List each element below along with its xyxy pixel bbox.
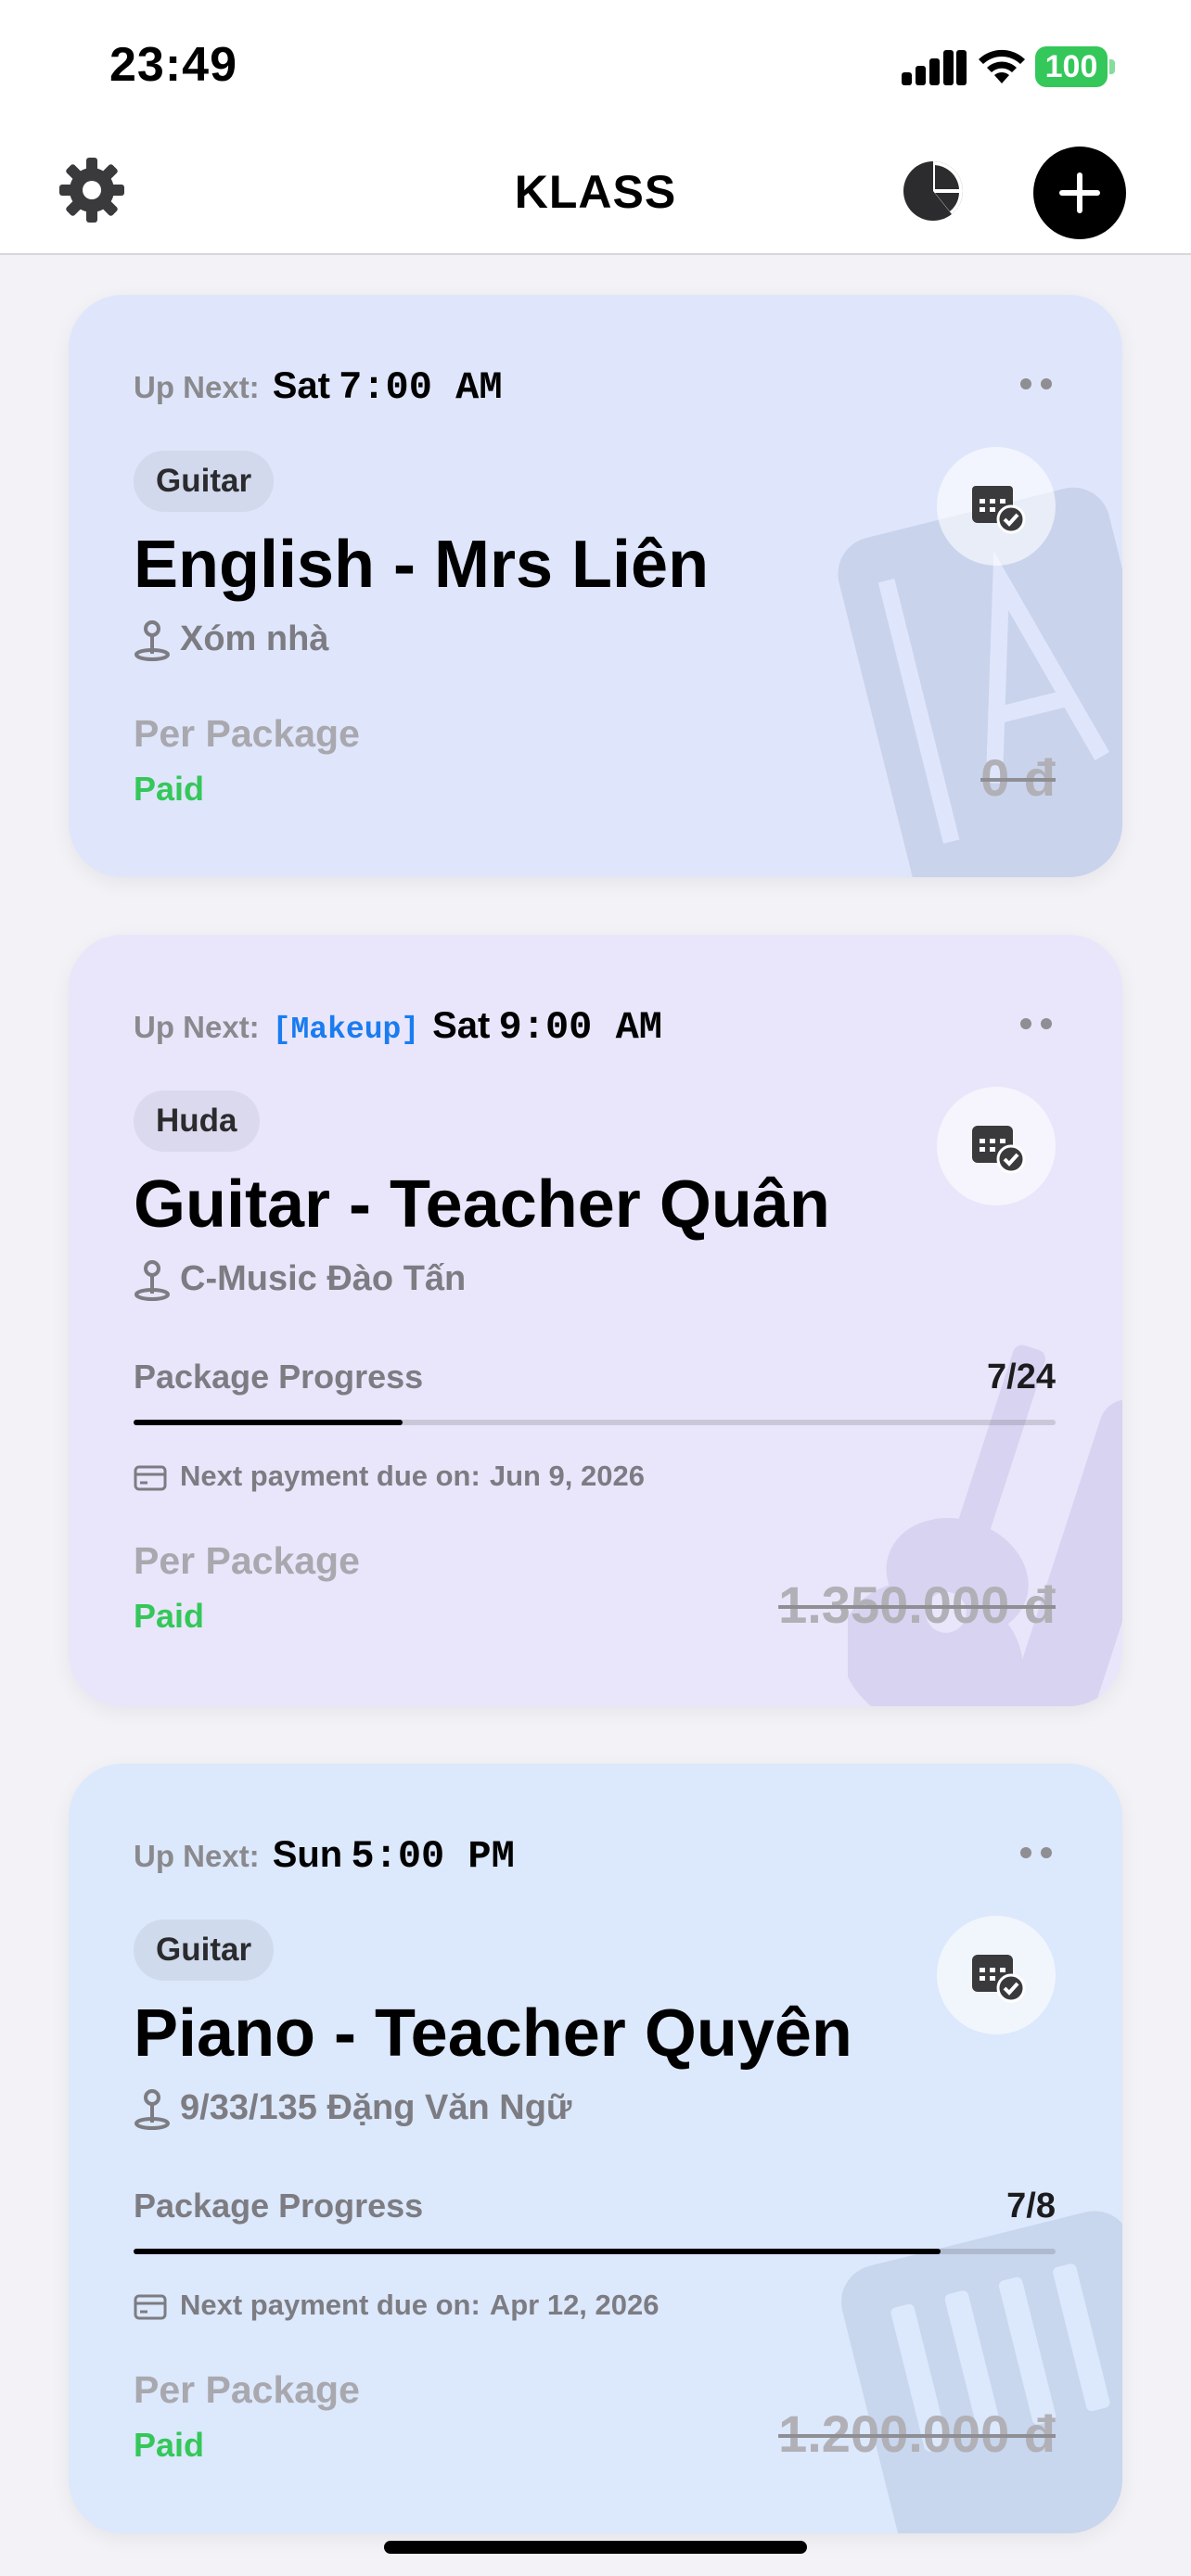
up-next: Up Next: Sat 7:00 AM	[134, 365, 503, 410]
status-bar: 23:49 100	[0, 0, 1191, 139]
class-title: Piano - Teacher Quyên	[134, 1996, 852, 2071]
plus-icon	[1059, 172, 1100, 213]
check-in-button[interactable]	[937, 1916, 1056, 2034]
credit-card-icon	[134, 1465, 167, 1491]
package-price: 1.200.000 đ	[778, 2404, 1056, 2463]
class-card[interactable]: Up Next: Sat 7:00 AM Guitar English - Mrs…	[69, 295, 1122, 877]
billing-type: Per Package	[134, 712, 360, 755]
more-dots-icon[interactable]	[1020, 373, 1057, 391]
class-card[interactable]: Up Next: [Makeup] Sat 9:00 AM Huda Guitar …	[69, 935, 1122, 1706]
location: Xóm nhà	[134, 619, 328, 661]
next-payment-due: Next payment due on: Jun 9, 2026	[134, 1460, 645, 1493]
billing-type: Per Package	[134, 1539, 360, 1582]
calendar-check-icon	[972, 1126, 1026, 1174]
location: 9/33/135 Đặng Văn Ngữ	[134, 2088, 571, 2130]
check-in-button[interactable]	[937, 447, 1056, 566]
category-tag: Guitar	[134, 451, 275, 512]
progress-label: Package Progress	[134, 2187, 424, 2225]
piano-watermark-icon	[841, 2211, 1122, 2533]
payment-status: Paid	[134, 1597, 205, 1635]
category-tag: Guitar	[134, 1919, 275, 1981]
battery-level: 100	[1035, 46, 1108, 87]
status-time: 23:49	[109, 38, 237, 92]
battery-icon: 100	[1035, 46, 1115, 87]
location-pin-icon	[134, 2088, 170, 2130]
package-price: 1.350.000 đ	[778, 1575, 1056, 1634]
more-dots-icon[interactable]	[1020, 1842, 1057, 1860]
location-pin-icon	[134, 1259, 170, 1301]
package-price: 0 đ	[980, 748, 1056, 807]
up-next: Up Next: Sun 5:00 PM	[134, 1834, 515, 1879]
class-title: English - Mrs Liên	[134, 528, 710, 602]
billing-type: Per Package	[134, 2368, 360, 2411]
home-indicator	[384, 2541, 807, 2554]
progress-bar	[134, 1420, 1056, 1425]
progress-fill	[134, 2249, 941, 2254]
category-tag: Huda	[134, 1090, 260, 1152]
location-pin-icon	[134, 619, 170, 661]
guitar-watermark-icon	[848, 1345, 1122, 1706]
cellular-signal-icon	[902, 50, 967, 85]
next-payment-due: Next payment due on: Apr 12, 2026	[134, 2289, 660, 2322]
add-class-button[interactable]	[1033, 147, 1126, 239]
progress-bar	[134, 2249, 1056, 2254]
progress-count: 7/8	[1006, 2187, 1056, 2225]
progress-label: Package Progress	[134, 1358, 424, 1396]
payment-status: Paid	[134, 770, 205, 808]
check-in-button[interactable]	[937, 1087, 1056, 1205]
location: C-Music Đào Tấn	[134, 1259, 466, 1301]
page-title: KLASS	[514, 166, 677, 218]
wifi-icon	[979, 49, 1025, 83]
up-next: Up Next: [Makeup] Sat 9:00 AM	[134, 1005, 662, 1050]
credit-card-icon	[134, 2294, 167, 2320]
pie-chart-icon[interactable]	[900, 158, 967, 224]
class-title: Guitar - Teacher Quân	[134, 1167, 830, 1242]
progress-count: 7/24	[987, 1358, 1056, 1396]
progress-fill	[134, 1420, 403, 1425]
more-dots-icon[interactable]	[1020, 1013, 1057, 1031]
class-card[interactable]: Up Next: Sun 5:00 PM Guitar Piano - Teach…	[69, 1764, 1122, 2533]
calendar-check-icon	[972, 486, 1026, 534]
makeup-badge: [Makeup]	[272, 1013, 420, 1047]
payment-status: Paid	[134, 2426, 205, 2464]
calendar-check-icon	[972, 1955, 1026, 2003]
